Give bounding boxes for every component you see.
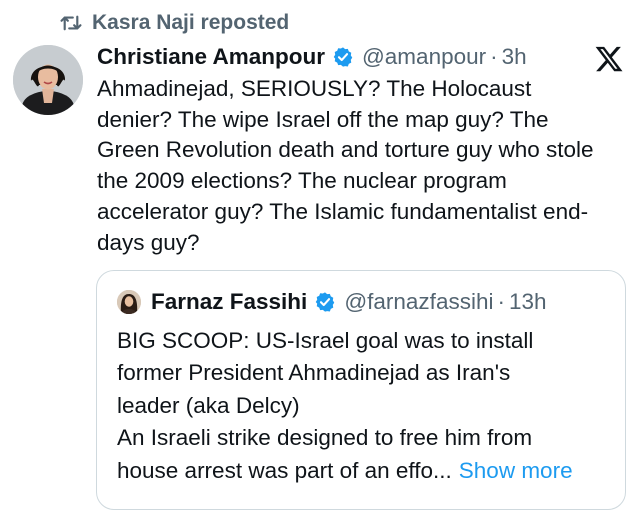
tweet-header: Christiane Amanpour @amanpour · 3h	[97, 40, 610, 74]
repost-label: Kasra Naji reposted	[92, 11, 290, 34]
quoted-tweet-card[interactable]: Farnaz Fassihi @farnazfassihi · 13h BIG …	[96, 270, 626, 510]
tweet-text-line: days guy?	[97, 229, 200, 255]
show-more-link[interactable]: Show more	[459, 458, 573, 483]
author-handle[interactable]: @amanpour	[362, 44, 486, 70]
quoted-text-truncated: house arrest was part of an effo...	[117, 457, 452, 483]
x-logo-icon	[594, 44, 624, 74]
tweet-timestamp[interactable]: 3h	[502, 44, 527, 70]
author-name[interactable]: Christiane Amanpour	[97, 44, 325, 70]
separator-dot: ·	[490, 44, 498, 69]
quoted-tweet-text: BIG SCOOP: US-Israel goal was to install…	[117, 325, 617, 487]
quoted-author-name[interactable]: Farnaz Fassihi	[151, 289, 307, 315]
tweet-text-line: denier? The wipe Israel off the map guy?…	[97, 106, 549, 132]
author-avatar[interactable]	[13, 45, 83, 115]
quoted-text-line: leader (aka Delcy)	[117, 392, 300, 418]
tweet-text-line: accelerator guy? The Islamic fundamental…	[97, 198, 589, 224]
repost-indicator[interactable]: Kasra Naji reposted	[60, 8, 289, 38]
quoted-tweet-timestamp[interactable]: 13h	[509, 289, 547, 315]
quoted-tweet-header: Farnaz Fassihi @farnazfassihi · 13h	[151, 285, 547, 319]
quoted-text-line: BIG SCOOP: US-Israel goal was to install	[117, 328, 534, 353]
verified-badge-icon	[332, 46, 354, 68]
separator-dot: ·	[497, 289, 505, 314]
repost-icon	[60, 14, 82, 32]
verified-badge-icon	[314, 291, 336, 313]
quoted-author-handle[interactable]: @farnazfassihi	[344, 289, 493, 315]
tweet-text-line: the 2009 elections? The nuclear program	[97, 168, 507, 194]
tweet-text-line: Green Revolution death and torture guy w…	[97, 137, 594, 163]
quoted-text-line: An Israeli strike designed to free him f…	[117, 425, 533, 451]
quoted-text-line-last: house arrest was part of an effo... Show …	[117, 455, 617, 487]
quoted-author-avatar[interactable]	[117, 290, 141, 314]
tweet-text: Ahmadinejad, SERIOUSLY? The Holocaust de…	[97, 74, 632, 258]
quoted-text-line: former President Ahmadinejad as Iran's	[117, 360, 511, 386]
tweet-text-line: Ahmadinejad, SERIOUSLY? The Holocaust	[97, 76, 532, 101]
